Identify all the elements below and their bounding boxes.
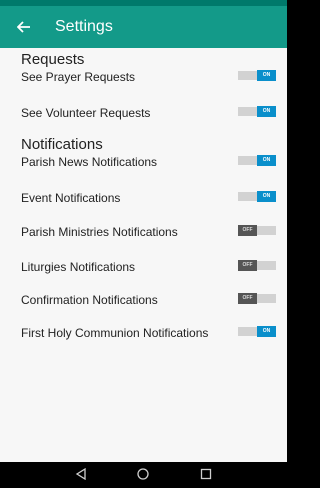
- toggle-parish-ministries[interactable]: OFF: [238, 225, 276, 236]
- setting-label-first-holy-communion: First Holy Communion Notifications: [21, 326, 209, 340]
- android-nav-bar: [0, 462, 287, 488]
- toggle-parish-news[interactable]: ON: [238, 155, 276, 166]
- app-bar: Settings: [0, 6, 287, 48]
- toggle-first-holy-communion[interactable]: ON: [238, 326, 276, 337]
- setting-label-volunteer-requests: See Volunteer Requests: [21, 106, 151, 120]
- toggle-prayer-requests[interactable]: ON: [238, 70, 276, 81]
- toggle-thumb: ON: [257, 155, 276, 166]
- toggle-liturgies[interactable]: OFF: [238, 260, 276, 271]
- setting-label-event: Event Notifications: [21, 191, 121, 205]
- toggle-thumb: ON: [257, 326, 276, 337]
- section-title-requests: Requests: [21, 51, 85, 68]
- toggle-thumb: ON: [257, 106, 276, 117]
- toggle-thumb: OFF: [238, 293, 257, 304]
- home-circle-icon[interactable]: [133, 467, 153, 483]
- arrow-left-icon[interactable]: [15, 17, 33, 37]
- toggle-thumb: OFF: [238, 260, 257, 271]
- phone-screen: Settings Requests See Prayer Requests ON…: [0, 0, 287, 488]
- recents-square-icon[interactable]: [196, 467, 216, 483]
- setting-label-prayer-requests: See Prayer Requests: [21, 70, 136, 84]
- toggle-volunteer-requests[interactable]: ON: [238, 106, 276, 117]
- setting-label-parish-news: Parish News Notifications: [21, 155, 158, 169]
- arrow-left-svg: [17, 21, 30, 33]
- home-circle-svg: [137, 468, 150, 480]
- back-triangle-icon[interactable]: [71, 467, 91, 483]
- recents-square-svg: [200, 468, 211, 480]
- page-title: Settings: [55, 18, 113, 35]
- settings-list: Requests See Prayer Requests ON See Volu…: [0, 48, 287, 462]
- setting-label-liturgies: Liturgies Notifications: [21, 260, 136, 274]
- setting-label-parish-ministries: Parish Ministries Notifications: [21, 225, 178, 239]
- setting-label-confirmation: Confirmation Notifications: [21, 293, 158, 307]
- back-triangle-svg: [75, 467, 86, 481]
- toggle-event[interactable]: ON: [238, 191, 276, 202]
- section-title-notifications: Notifications: [21, 136, 103, 153]
- toggle-thumb: ON: [257, 191, 276, 202]
- toggle-confirmation[interactable]: OFF: [238, 293, 276, 304]
- toggle-thumb: ON: [257, 70, 276, 81]
- toggle-thumb: OFF: [238, 225, 257, 236]
